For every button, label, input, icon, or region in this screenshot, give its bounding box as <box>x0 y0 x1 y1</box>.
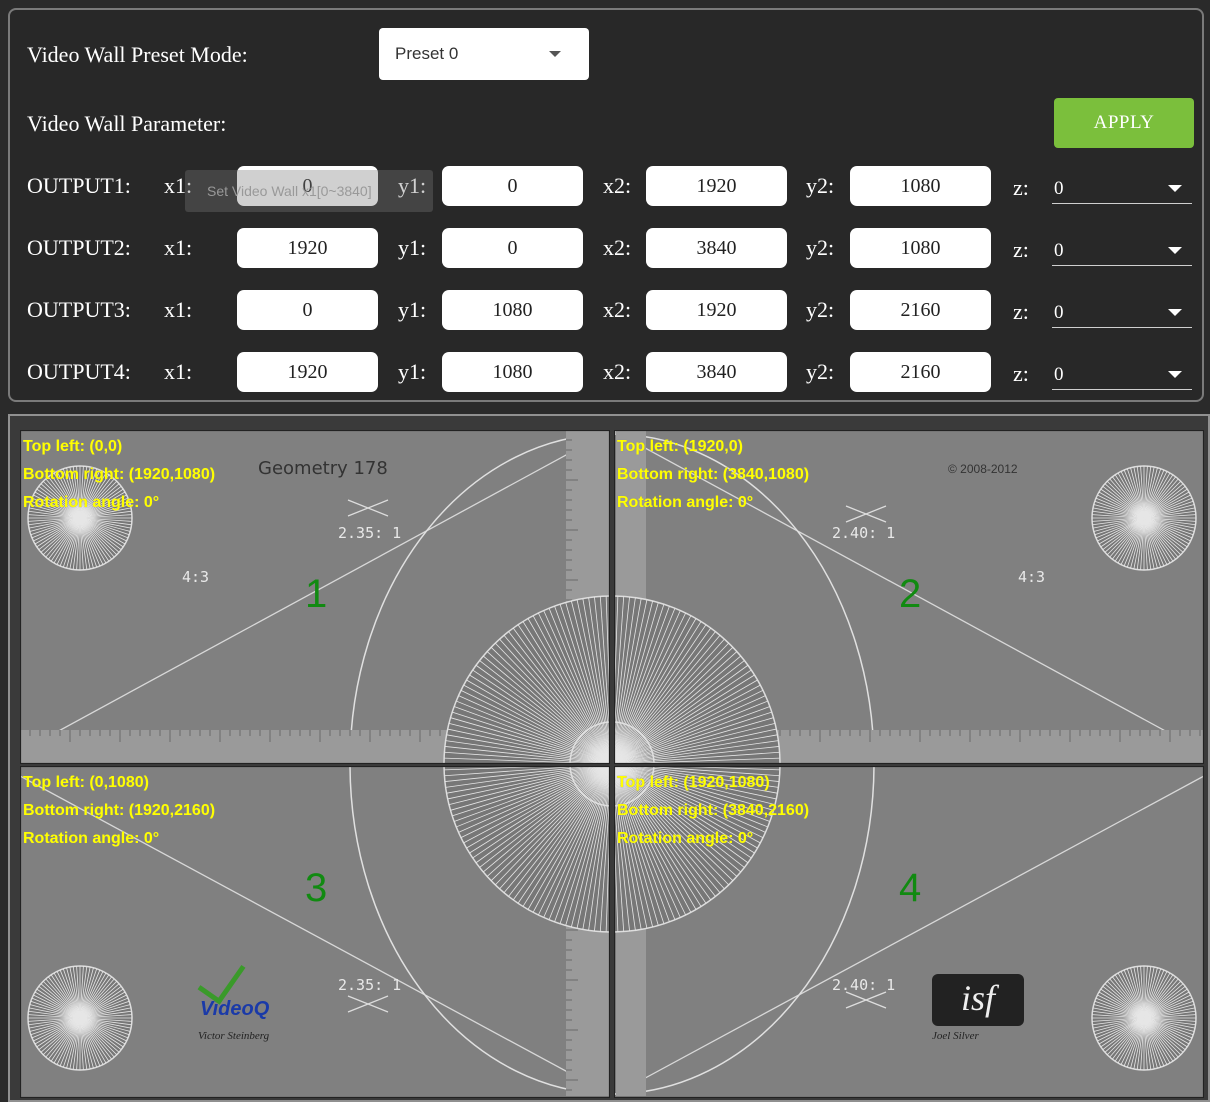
overlay-rotation-angle: Rotation angle: 0° <box>23 830 160 847</box>
preset-select[interactable]: Preset 0 <box>379 28 589 80</box>
tile-number: 1 <box>305 572 328 616</box>
output4-x1-input[interactable]: 1920 <box>237 352 378 392</box>
chevron-down-icon <box>1168 309 1182 316</box>
tile-number: 3 <box>305 866 328 910</box>
copyright-text: © 2008-2012 <box>948 462 1018 476</box>
output4-z-select[interactable]: 0 <box>1052 356 1192 390</box>
output3-y2-input[interactable]: 2160 <box>850 290 991 330</box>
resolution-starburst <box>443 595 610 764</box>
overlay-bottom-right: Bottom right: (3840,1080) <box>617 466 810 483</box>
credit-left: Victor Steinberg <box>198 1030 270 1042</box>
output2-x1-input[interactable]: 1920 <box>237 228 378 268</box>
overlay-top-left: Top left: (1920,0) <box>617 438 743 455</box>
preset-select-value: Preset 0 <box>395 44 459 63</box>
output1-z-select[interactable]: 0 <box>1052 170 1192 204</box>
aspect-ratio-label: 2.35: 1 <box>338 524 402 542</box>
output3-y1-input[interactable]: 1080 <box>442 290 583 330</box>
overlay-rotation-angle: Rotation angle: 0° <box>617 494 754 511</box>
overlay-bottom-right: Bottom right: (1920,2160) <box>23 802 216 819</box>
resolution-starburst <box>614 595 781 764</box>
z-label: z: <box>1013 361 1029 386</box>
overlay-top-left: Top left: (0,1080) <box>23 774 149 791</box>
aspect-ratio-label-4-3: 4:3 <box>182 568 210 586</box>
z-label: z: <box>1013 175 1029 200</box>
output3-z-select[interactable]: 0 <box>1052 294 1192 328</box>
y2-label: y2: <box>806 359 835 384</box>
aspect-ratio-label: 2.35: 1 <box>338 976 402 994</box>
apply-button[interactable]: APPLY <box>1054 98 1194 148</box>
z-label: z: <box>1013 299 1029 324</box>
parameter-label: Video Wall Parameter: <box>27 111 227 136</box>
resolution-starburst <box>1091 965 1197 1071</box>
output1-x2-input[interactable]: 1920 <box>646 166 787 206</box>
preset-mode-label: Video Wall Preset Mode: <box>27 42 248 67</box>
chevron-down-icon <box>1168 185 1182 192</box>
y2-label: y2: <box>806 297 835 322</box>
pattern-title: Geometry 178 <box>258 458 388 479</box>
overlay-bottom-right: Bottom right: (3840,2160) <box>617 802 810 819</box>
output1-y1-input[interactable]: 0 <box>442 166 583 206</box>
y2-label: y2: <box>806 173 835 198</box>
credit-right: Joel Silver <box>932 1030 979 1042</box>
output3-label: OUTPUT3: <box>27 297 131 322</box>
tile-output2: Top left: (1920,0) Bottom right: (3840,10… <box>614 430 1204 764</box>
tile-output1: Top left: (0,0) Bottom right: (1920,1080)… <box>20 430 610 764</box>
chevron-down-icon <box>549 51 561 57</box>
x1-label: x1: <box>164 235 193 260</box>
output4-y2-input[interactable]: 2160 <box>850 352 991 392</box>
y1-label: y1: <box>398 297 427 322</box>
chevron-down-icon <box>1168 371 1182 378</box>
overlay-rotation-angle: Rotation angle: 0° <box>23 494 160 511</box>
output1-y2-input[interactable]: 1080 <box>850 166 991 206</box>
aspect-ratio-label: 2.40: 1 <box>832 524 896 542</box>
resolution-starburst <box>27 965 133 1071</box>
x2-label: x2: <box>603 173 632 198</box>
x1-label: x1: <box>164 359 193 384</box>
output1-x1-input[interactable]: 0 <box>237 166 378 206</box>
chevron-down-icon <box>1168 247 1182 254</box>
x1-label: x1: <box>164 173 193 198</box>
videoq-logo: VideoQ <box>200 998 270 1020</box>
z-label: z: <box>1013 237 1029 262</box>
tile-output3: Top left: (0,1080) Bottom right: (1920,21… <box>20 766 610 1098</box>
z-select-value: 0 <box>1054 178 1064 199</box>
output1-label: OUTPUT1: <box>27 173 131 198</box>
aspect-ratio-label: 2.40: 1 <box>832 976 896 994</box>
output2-x2-input[interactable]: 3840 <box>646 228 787 268</box>
x2-label: x2: <box>603 297 632 322</box>
overlay-rotation-angle: Rotation angle: 0° <box>617 830 754 847</box>
output2-z-select[interactable]: 0 <box>1052 232 1192 266</box>
overlay-top-left: Top left: (1920,1080) <box>617 774 770 791</box>
overlay-bottom-right: Bottom right: (1920,1080) <box>23 466 216 483</box>
aspect-ratio-label-4-3: 4:3 <box>1018 568 1046 586</box>
x2-label: x2: <box>603 359 632 384</box>
y1-label: y1: <box>398 173 427 198</box>
output2-label: OUTPUT2: <box>27 235 131 260</box>
output2-y2-input[interactable]: 1080 <box>850 228 991 268</box>
y2-label: y2: <box>806 235 835 260</box>
x1-label: x1: <box>164 297 193 322</box>
z-select-value: 0 <box>1054 364 1064 385</box>
output3-x1-input[interactable]: 0 <box>237 290 378 330</box>
output3-x2-input[interactable]: 1920 <box>646 290 787 330</box>
video-wall-preview: Top left: (0,0) Bottom right: (1920,1080)… <box>8 414 1210 1102</box>
z-select-value: 0 <box>1054 302 1064 323</box>
resolution-starburst <box>443 766 610 933</box>
z-select-value: 0 <box>1054 240 1064 261</box>
tile-number: 4 <box>899 866 922 910</box>
output2-y1-input[interactable]: 0 <box>442 228 583 268</box>
tile-number: 2 <box>899 572 922 616</box>
output4-label: OUTPUT4: <box>27 359 131 384</box>
y1-label: y1: <box>398 359 427 384</box>
output4-x2-input[interactable]: 3840 <box>646 352 787 392</box>
overlay-top-left: Top left: (0,0) <box>23 438 123 455</box>
tile-output4: Top left: (1920,1080) Bottom right: (3840… <box>614 766 1204 1098</box>
isf-logo: isf <box>932 974 1024 1026</box>
resolution-starburst <box>1091 465 1197 571</box>
output4-y1-input[interactable]: 1080 <box>442 352 583 392</box>
x2-label: x2: <box>603 235 632 260</box>
y1-label: y1: <box>398 235 427 260</box>
